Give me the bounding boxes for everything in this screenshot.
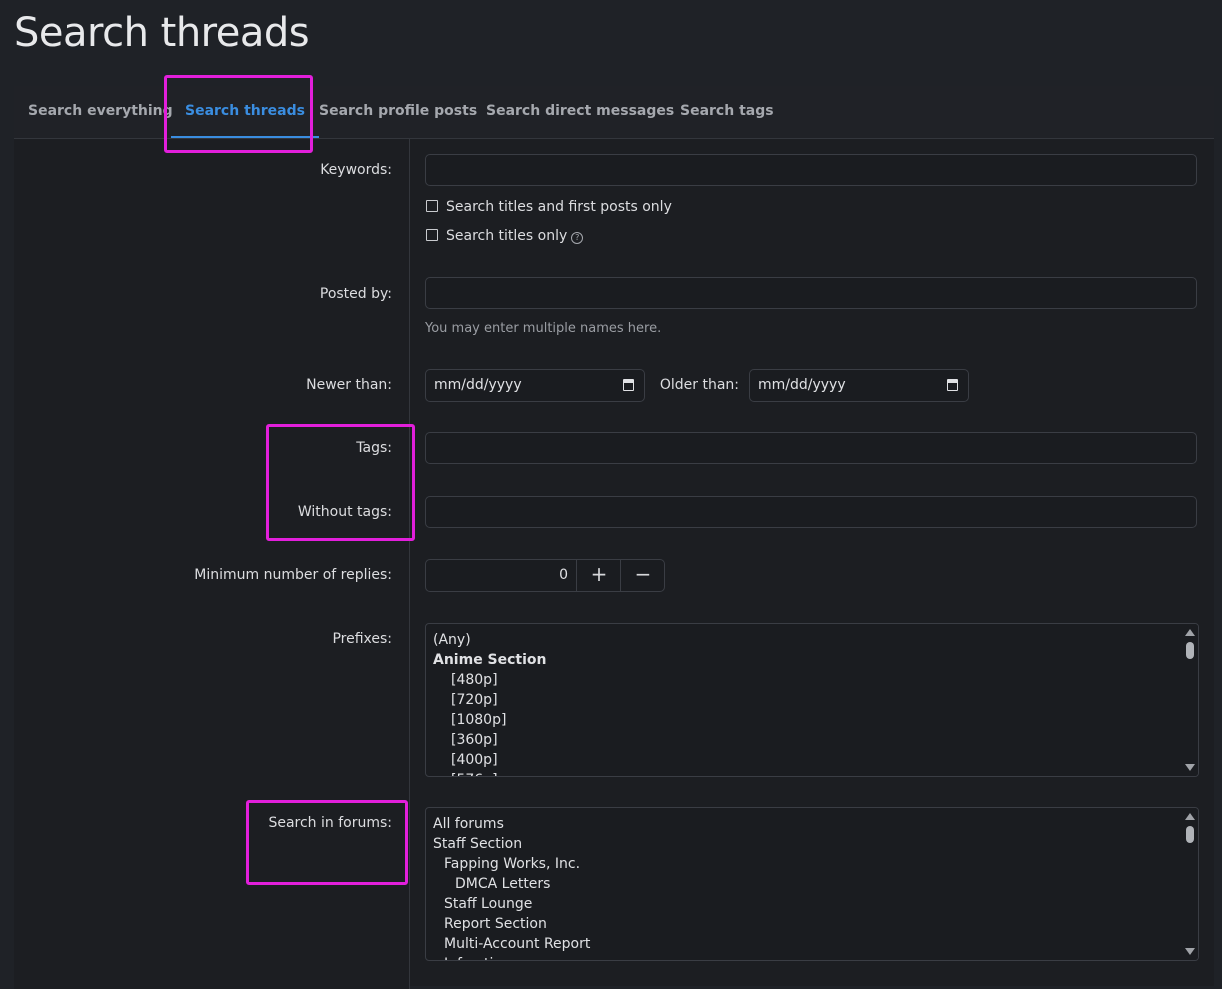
min-replies-stepper[interactable]: 0 + − (425, 559, 665, 592)
help-icon[interactable]: ? (571, 232, 584, 244)
tab-search-tags[interactable]: Search tags (680, 86, 774, 138)
list-option[interactable]: [480p] (433, 670, 547, 690)
titles-first-posts-checkbox[interactable]: Search titles and first posts only (426, 199, 672, 215)
without-tags-label: Without tags: (297, 504, 392, 520)
scroll-down-icon[interactable] (1185, 764, 1195, 771)
prefixes-label: Prefixes: (332, 631, 392, 647)
page-title: Search threads (14, 10, 310, 56)
forums-scrollbar[interactable] (1182, 808, 1198, 960)
list-option[interactable]: DMCA Letters (433, 874, 590, 894)
list-option[interactable]: Staff Lounge (433, 894, 590, 914)
checkbox-icon[interactable] (426, 229, 438, 241)
label-column (14, 139, 410, 989)
forums-options: All forums Staff Section Fapping Works, In… (433, 814, 590, 960)
calendar-icon[interactable] (947, 379, 958, 391)
keywords-input[interactable] (425, 154, 1197, 186)
increment-button[interactable]: + (576, 560, 621, 591)
tab-bar: Search everything Search threads Search … (14, 86, 1214, 139)
scroll-thumb[interactable] (1186, 826, 1194, 843)
decrement-button[interactable]: − (620, 560, 665, 591)
list-option[interactable]: [720p] (433, 690, 547, 710)
tags-input[interactable] (425, 432, 1197, 464)
tab-search-everything[interactable]: Search everything (28, 86, 173, 138)
titles-only-checkbox[interactable]: Search titles only? (426, 228, 584, 244)
list-option[interactable]: [360p] (433, 730, 547, 750)
min-replies-value[interactable]: 0 (426, 560, 576, 591)
older-than-label: Older than: (659, 377, 739, 393)
newer-than-label: Newer than: (306, 377, 392, 393)
posted-by-hint: You may enter multiple names here. (425, 321, 662, 336)
list-option[interactable]: [576p] (433, 770, 547, 776)
list-option[interactable]: (Any) (433, 630, 547, 650)
list-option[interactable]: Anime Section (433, 650, 547, 670)
posted-by-input[interactable] (425, 277, 1197, 309)
tags-label: Tags: (356, 440, 392, 456)
older-than-date-input[interactable]: mm/dd/yyyy (749, 369, 969, 402)
list-option[interactable]: Multi-Account Report (433, 934, 590, 954)
list-option[interactable]: Report Section (433, 914, 590, 934)
prefixes-listbox[interactable]: (Any) Anime Section [480p] [720p] [1080p] [36… (425, 623, 1199, 777)
newer-than-date-input[interactable]: mm/dd/yyyy (425, 369, 645, 402)
search-in-forums-label: Search in forums: (268, 815, 392, 831)
list-option[interactable]: All forums (433, 814, 590, 834)
list-option[interactable]: Infractions (433, 954, 590, 960)
scroll-up-icon[interactable] (1185, 629, 1195, 636)
tab-search-direct-messages[interactable]: Search direct messages (486, 86, 674, 138)
list-option[interactable]: [400p] (433, 750, 547, 770)
prefixes-options: (Any) Anime Section [480p] [720p] [1080p] [36… (433, 630, 547, 776)
forums-listbox[interactable]: All forums Staff Section Fapping Works, In… (425, 807, 1199, 961)
calendar-icon[interactable] (623, 379, 634, 391)
keywords-label: Keywords: (320, 162, 392, 178)
tab-search-threads[interactable]: Search threads (171, 86, 319, 138)
list-option[interactable]: [1080p] (433, 710, 547, 730)
scroll-down-icon[interactable] (1185, 948, 1195, 955)
scroll-thumb[interactable] (1186, 642, 1194, 659)
list-option[interactable]: Fapping Works, Inc. (433, 854, 590, 874)
posted-by-label: Posted by: (319, 286, 392, 302)
min-replies-label: Minimum number of replies: (194, 567, 392, 583)
scroll-up-icon[interactable] (1185, 813, 1195, 820)
list-option[interactable]: Staff Section (433, 834, 590, 854)
tab-search-profile-posts[interactable]: Search profile posts (319, 86, 477, 138)
prefixes-scrollbar[interactable] (1182, 624, 1198, 776)
without-tags-input[interactable] (425, 496, 1197, 528)
checkbox-icon[interactable] (426, 200, 438, 212)
